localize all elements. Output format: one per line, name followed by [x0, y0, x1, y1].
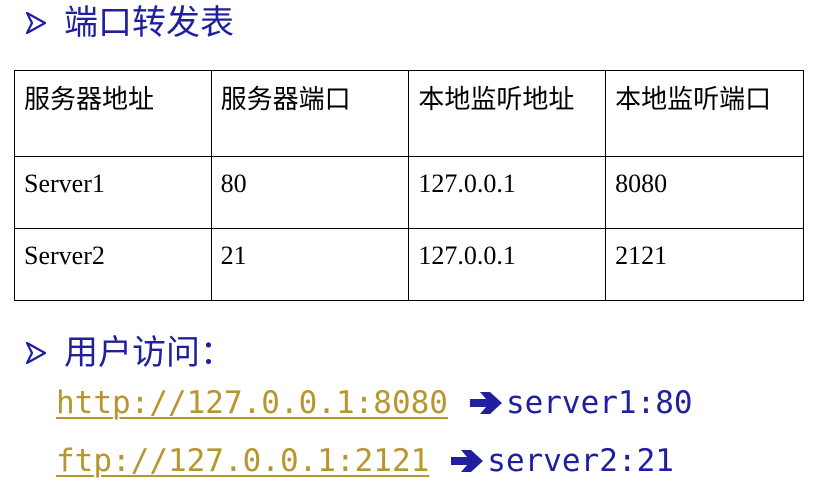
arrowhead-bullet-icon — [25, 12, 46, 34]
forward-target-text: server2:21 — [487, 443, 674, 479]
forward-target-text: server1:80 — [505, 385, 693, 421]
slide: 端口转发表 服务器地址 服务器端口 本地监听地址 本地监听端口 Server1 … — [0, 0, 821, 493]
section-heading-text: 用户访问： — [64, 333, 234, 373]
access-mapping-line: ftp://127.0.0.1:2121 server2:21 — [56, 443, 674, 479]
section-heading-port-forwarding: 端口转发表 — [24, 6, 234, 40]
column-header: 本地监听端口 — [605, 70, 804, 157]
access-mapping-line: http://127.0.0.1:8080 server1:80 — [56, 385, 693, 421]
right-arrow-icon — [451, 450, 484, 472]
access-url-link[interactable]: http://127.0.0.1:8080 — [56, 385, 448, 421]
table-cell: Server2 — [14, 228, 212, 301]
section-heading-text: 端口转发表 — [64, 3, 234, 43]
table-cell: 127.0.0.1 — [408, 156, 607, 229]
table-cell: 21 — [210, 228, 410, 301]
column-header: 服务器地址 — [14, 70, 212, 157]
table-cell: 2121 — [605, 228, 804, 301]
port-forwarding-table: 服务器地址 服务器端口 本地监听地址 本地监听端口 Server1 80 127… — [14, 70, 804, 301]
table-header-row: 服务器地址 服务器端口 本地监听地址 本地监听端口 — [14, 70, 804, 157]
section-heading-user-access: 用户访问： — [24, 336, 234, 370]
table-cell: 127.0.0.1 — [408, 228, 607, 301]
right-arrow-icon — [469, 392, 502, 414]
arrowhead-bullet-icon — [25, 342, 46, 364]
table-row: Server2 21 127.0.0.1 2121 — [14, 228, 804, 301]
table-cell: 8080 — [605, 156, 804, 229]
access-url-link[interactable]: ftp://127.0.0.1:2121 — [56, 443, 429, 479]
table-cell: 80 — [210, 156, 410, 229]
column-header: 本地监听地址 — [408, 70, 607, 157]
table-cell: Server1 — [14, 156, 212, 229]
table-row: Server1 80 127.0.0.1 8080 — [14, 156, 804, 229]
column-header: 服务器端口 — [210, 70, 410, 157]
